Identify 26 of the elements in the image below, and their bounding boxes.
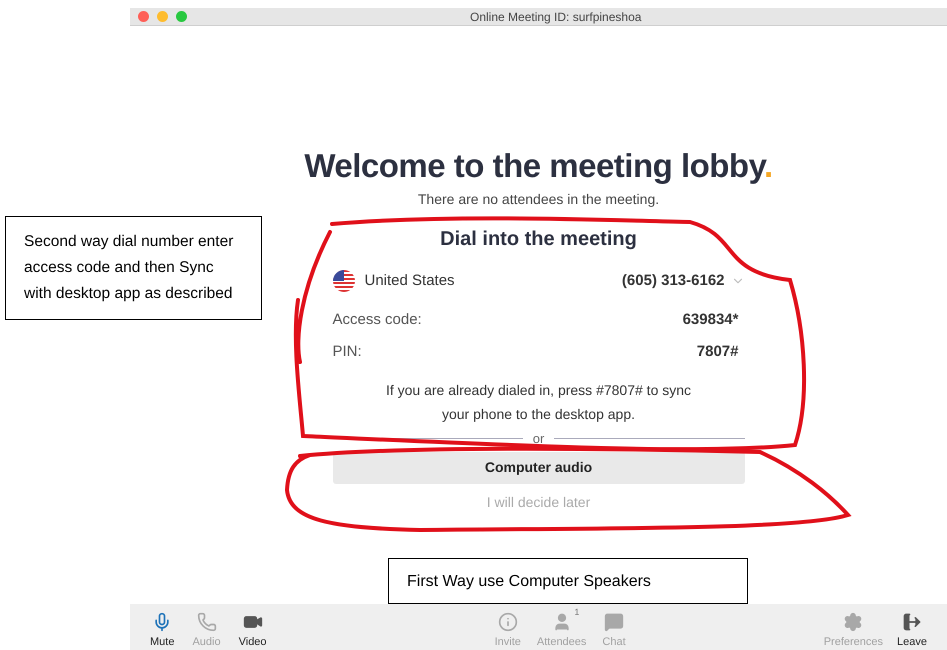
field-value: 7807# [696, 342, 740, 362]
lobby-heading: Welcome to the meeting lobby. [304, 146, 773, 186]
lobby-subtitle: There are no attendees in the meeting. [418, 190, 660, 209]
field-label: Access code: [332, 310, 422, 330]
info-icon [498, 612, 518, 632]
exit-icon [902, 612, 922, 632]
chat-bubble-icon [604, 612, 624, 632]
settings-icon [843, 612, 864, 632]
field-label: PIN: [332, 342, 362, 362]
window-title: Online Meeting ID: surfpineshoa [470, 8, 642, 26]
toolbar-button[interactable]: Leave [892, 604, 932, 650]
annotation-callout: First Way use Computer Speakers [388, 558, 748, 604]
toolbar-button[interactable]: Video [234, 604, 272, 650]
field-value: 639834* [682, 310, 740, 330]
dial-in-title: Dial into the meeting [439, 227, 638, 252]
toolbar-button[interactable]: Mute [145, 604, 180, 650]
annotation-callout: Second way dial number enter access code and then Sync with desktop app as described [5, 216, 262, 320]
decide-later-link[interactable]: I will decide later [486, 492, 590, 512]
flag-icon [332, 270, 354, 292]
phone-icon [196, 612, 217, 632]
phone-number-dropdown[interactable]: (605) 313-6162 [622, 270, 744, 292]
sync-note: If you are already dialed in, press #7807# to sync your phone to the desktop app. [384, 380, 692, 424]
country-label: United States [364, 271, 455, 291]
or-divider-text: or [532, 432, 544, 446]
computer-audio-button[interactable]: Computer audio [332, 452, 744, 484]
attendee-count-label: 1 [574, 606, 580, 619]
